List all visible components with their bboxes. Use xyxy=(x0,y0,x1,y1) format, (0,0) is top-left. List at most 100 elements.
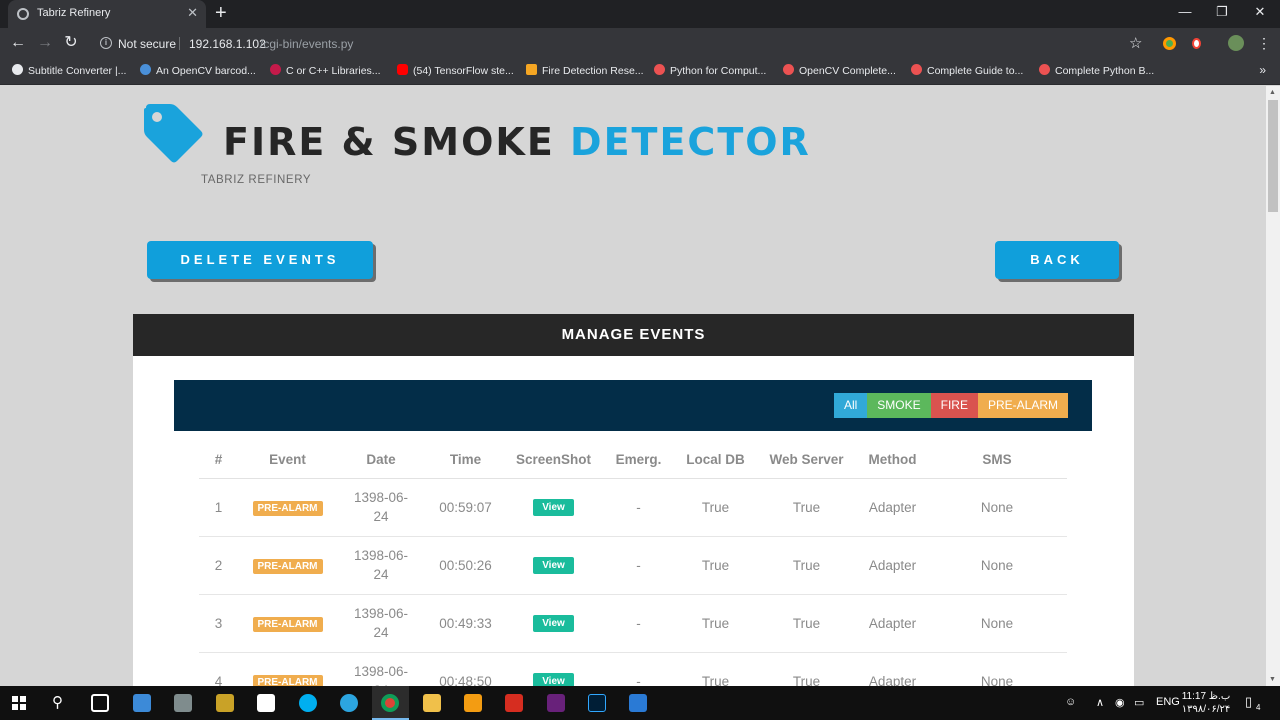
column-header: Method xyxy=(858,445,927,479)
photoshop-icon[interactable] xyxy=(588,694,606,712)
acrobat-icon[interactable] xyxy=(505,694,523,712)
bookmark-item[interactable]: Subtitle Converter |... xyxy=(12,64,126,77)
delete-events-button[interactable]: DELETE EVENTS xyxy=(147,241,373,279)
chrome-icon xyxy=(381,694,399,712)
forward-arrow-icon[interactable]: → xyxy=(36,34,54,52)
bookmark-item[interactable]: Complete Guide to... xyxy=(911,64,1023,77)
menu-dots-icon[interactable]: ⋮ xyxy=(1257,35,1271,52)
maximize-icon[interactable]: ❐ xyxy=(1212,4,1232,20)
method-cell: Adapter xyxy=(858,652,927,686)
reload-icon[interactable]: ↻ xyxy=(62,34,80,52)
event-badge: PRE-ALARM xyxy=(252,500,323,516)
scroll-down-icon[interactable]: ▼ xyxy=(1269,676,1276,683)
bookmark-item[interactable]: (54) TensorFlow ste... xyxy=(397,64,514,77)
udemy-icon xyxy=(783,64,794,75)
extension-icon[interactable] xyxy=(1192,38,1201,49)
chrome-taskbar-item[interactable] xyxy=(372,686,409,720)
event-cell: PRE-ALARM xyxy=(238,594,337,653)
tray-chevron-icon[interactable]: ∧ xyxy=(1096,696,1104,709)
bookmark-item[interactable]: Fire Detection Rese... xyxy=(526,64,644,77)
profile-avatar[interactable] xyxy=(1228,35,1244,51)
time-cell: 00:59:07 xyxy=(425,478,506,537)
filter-smoke-button[interactable]: SMOKE xyxy=(867,393,931,418)
emergency-cell: - xyxy=(601,536,676,595)
localdb-cell: True xyxy=(676,536,755,595)
table-row: 3 PRE-ALARM 1398-06- 24 00:49:33 View - T… xyxy=(199,594,1067,653)
column-header: Event xyxy=(238,445,337,479)
browser-tab[interactable]: Tabriz Refinery ✕ xyxy=(8,0,206,28)
vmware-icon[interactable] xyxy=(174,694,192,712)
page-scrollbar[interactable]: ▲ ▼ xyxy=(1266,86,1280,686)
bookmark-item[interactable]: C or C++ Libraries... xyxy=(270,64,381,77)
tag-logo-icon xyxy=(144,104,203,163)
security-label: Not secure xyxy=(118,37,177,51)
view-screenshot-button[interactable]: View xyxy=(533,499,574,516)
back-arrow-icon[interactable]: ← xyxy=(9,34,27,52)
table-row: 2 PRE-ALARM 1398-06- 24 00:50:26 View - T… xyxy=(199,536,1067,595)
event-cell: PRE-ALARM xyxy=(238,536,337,595)
vsc-icon[interactable] xyxy=(629,694,647,712)
view-screenshot-button[interactable]: View xyxy=(533,673,574,686)
back-button[interactable]: BACK xyxy=(995,241,1119,279)
tray-app-icon[interactable]: ◉ xyxy=(1115,696,1125,709)
filter-fire-button[interactable]: FIRE xyxy=(930,393,978,418)
people-icon[interactable]: ☺ xyxy=(1065,696,1076,708)
bookmark-item[interactable]: OpenCV Complete... xyxy=(783,64,896,77)
system-clock[interactable]: 11:17 ب.ظ ۱۳۹۸/۰۶/۲۴ xyxy=(1180,690,1232,716)
panel-title: MANAGE EVENTS xyxy=(133,314,1134,356)
winrar-icon[interactable] xyxy=(216,694,234,712)
brand-title: FIRE & SMOKE DETECTOR xyxy=(223,120,811,164)
file-explorer-icon[interactable] xyxy=(423,694,441,712)
browser-tab-strip: Tabriz Refinery ✕ + — ❐ ✕ xyxy=(0,0,1280,28)
telegram-icon[interactable] xyxy=(340,694,358,712)
new-tab-button[interactable]: + xyxy=(215,3,227,23)
view-screenshot-button[interactable]: View xyxy=(533,615,574,632)
battery-icon[interactable]: ▭ xyxy=(1134,696,1144,709)
search-icon[interactable]: ⚲ xyxy=(52,693,63,711)
webserver-cell: True xyxy=(755,478,858,537)
filter-all-button[interactable]: All xyxy=(833,393,868,418)
info-icon[interactable]: i xyxy=(100,37,112,49)
localdb-cell: True xyxy=(676,478,755,537)
bookmark-item[interactable]: Complete Python B... xyxy=(1039,64,1154,77)
row-number: 3 xyxy=(199,594,238,653)
bookmark-star-icon[interactable]: ☆ xyxy=(1129,34,1142,52)
visual-studio-icon[interactable] xyxy=(547,694,565,712)
webserver-cell: True xyxy=(755,536,858,595)
address-bar[interactable]: i Not secure 192.168.1.102 /cgi-bin/even… xyxy=(92,32,1152,55)
mail-icon[interactable] xyxy=(257,694,275,712)
task-view-icon[interactable] xyxy=(91,694,109,712)
time-cell: 00:48:50 xyxy=(425,652,506,686)
extension-icon[interactable] xyxy=(1163,37,1176,50)
windows-start-icon[interactable] xyxy=(12,696,26,710)
column-header: Time xyxy=(425,445,506,479)
bookmark-item[interactable]: An OpenCV barcod... xyxy=(140,64,256,77)
address-divider xyxy=(179,37,180,50)
screenshot-cell: View xyxy=(506,652,601,686)
brand-title-part1: FIRE & SMOKE xyxy=(223,120,555,164)
minimize-icon[interactable]: — xyxy=(1175,4,1195,19)
column-header: # xyxy=(199,445,238,479)
emergency-cell: - xyxy=(601,652,676,686)
udemy-icon xyxy=(911,64,922,75)
skype-icon[interactable] xyxy=(299,694,317,712)
notification-center-icon[interactable]: ▯ xyxy=(1245,694,1252,710)
udemy-icon xyxy=(654,64,665,75)
view-screenshot-button[interactable]: View xyxy=(533,557,574,574)
store-icon[interactable] xyxy=(133,694,151,712)
close-window-icon[interactable]: ✕ xyxy=(1250,4,1270,20)
scrollbar-thumb[interactable] xyxy=(1268,100,1278,212)
close-tab-icon[interactable]: ✕ xyxy=(187,6,198,20)
filter-prealarm-button[interactable]: PRE-ALARM xyxy=(977,393,1068,418)
date-cell: 1398-06-24 xyxy=(337,652,425,686)
media-player-icon[interactable] xyxy=(464,694,482,712)
sms-cell: None xyxy=(927,594,1067,653)
column-header: ScreenShot xyxy=(506,445,601,479)
bookmark-item[interactable]: Python for Comput... xyxy=(654,64,766,77)
manage-events-panel: MANAGE EVENTS All SMOKE FIRE PRE-ALARM #… xyxy=(133,314,1134,686)
webserver-cell: True xyxy=(755,594,858,653)
bookmarks-overflow-icon[interactable]: » xyxy=(1259,63,1266,77)
language-indicator[interactable]: ENG xyxy=(1156,696,1180,708)
tab-title: Tabriz Refinery xyxy=(37,7,111,19)
scroll-up-icon[interactable]: ▲ xyxy=(1269,89,1276,96)
